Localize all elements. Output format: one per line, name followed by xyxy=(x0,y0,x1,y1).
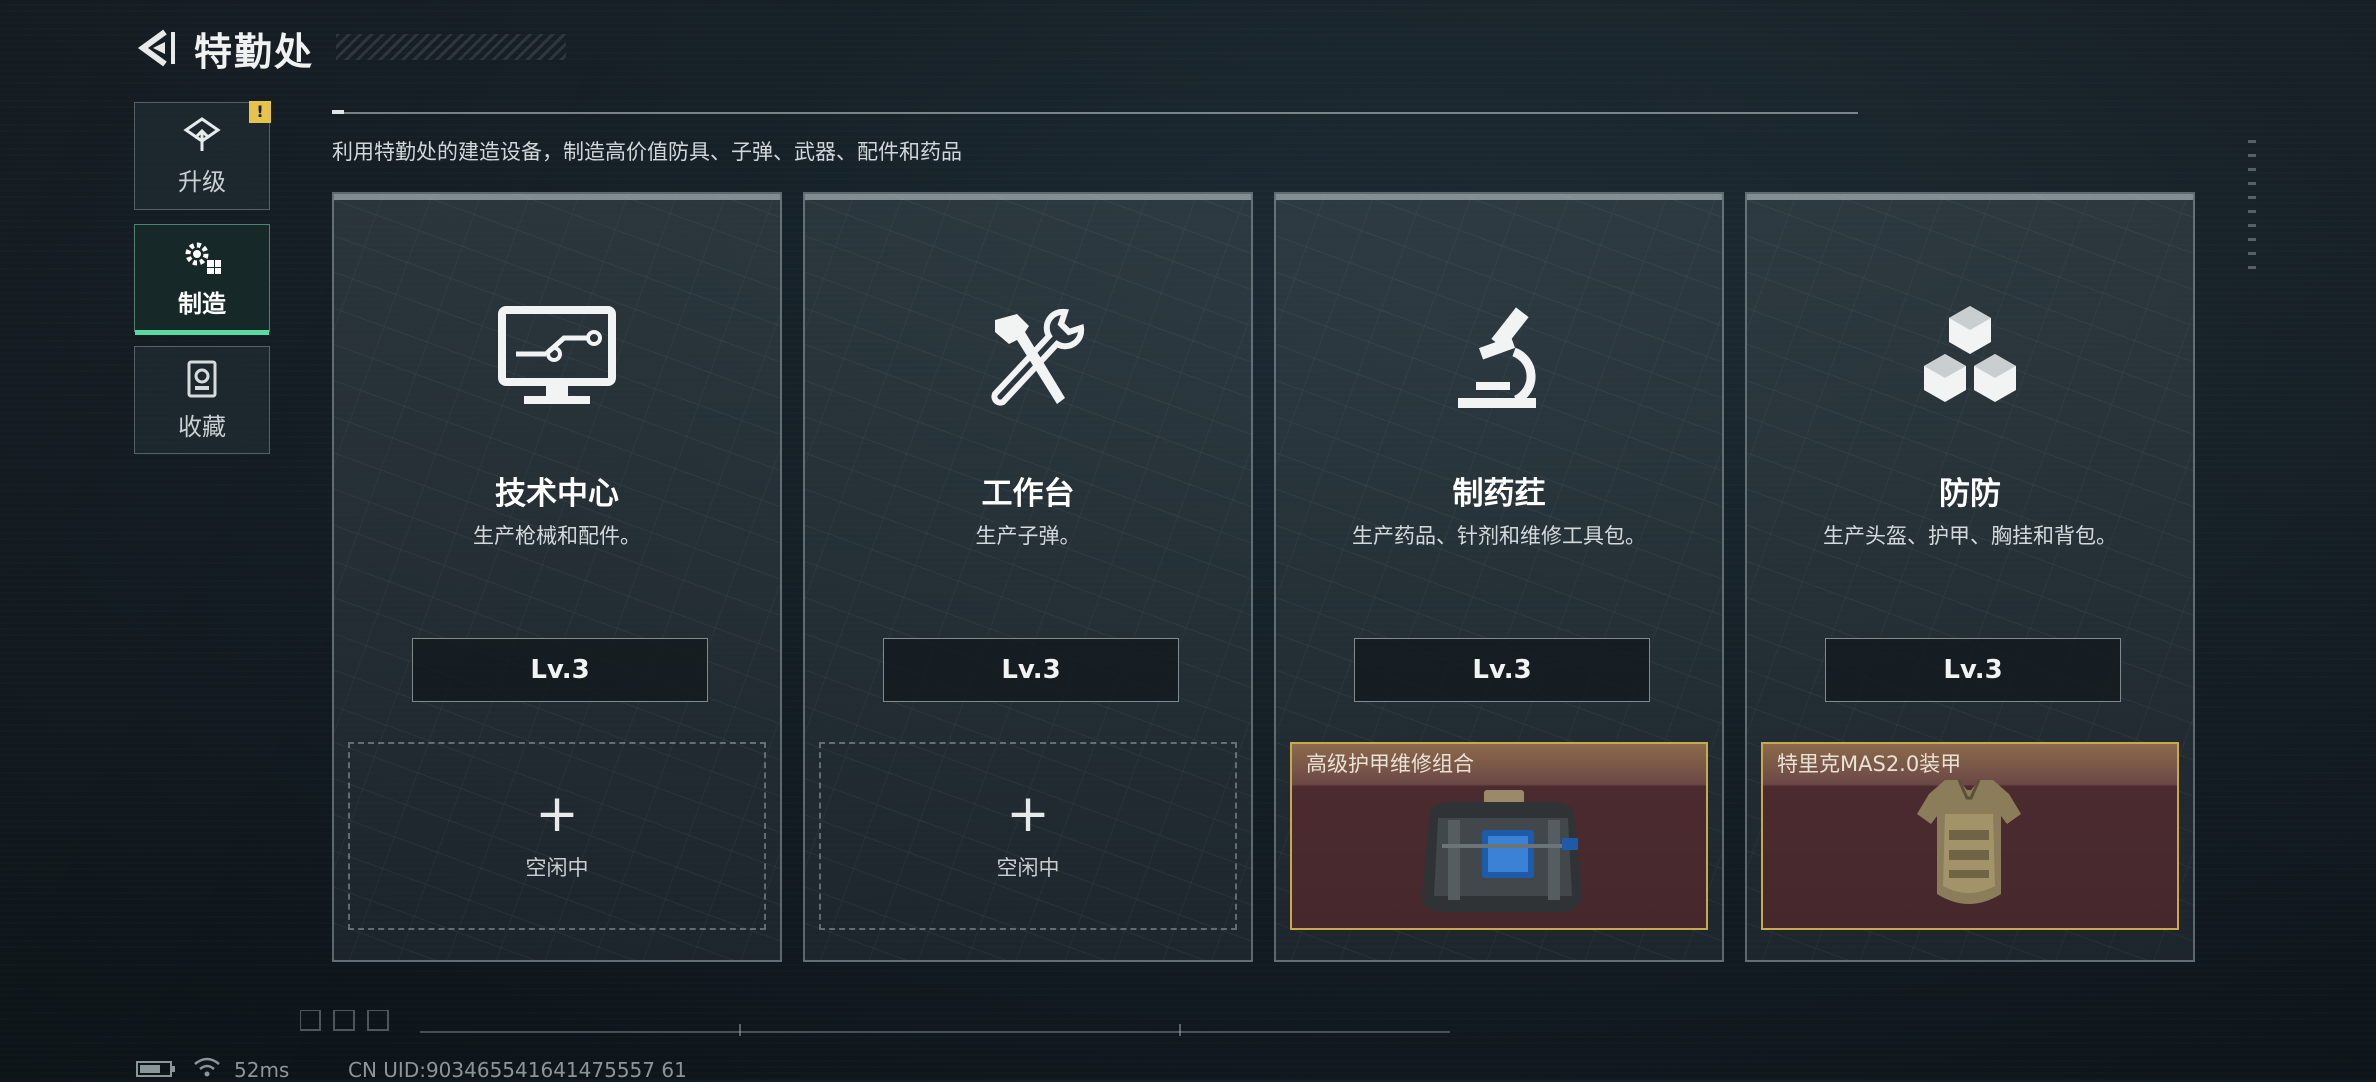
wifi-icon xyxy=(194,1057,220,1077)
card-top-bar xyxy=(334,194,780,200)
production-slot-item[interactable]: 特里克MAS2.0装甲 xyxy=(1761,742,2179,930)
page-description: 利用特勤处的建造设备，制造高价值防具、子弹、武器、配件和药品 xyxy=(332,140,962,164)
production-slot-item[interactable]: 高级护甲维修组合 xyxy=(1290,742,1708,930)
battery-icon xyxy=(136,1061,175,1077)
station-name: 工作台 xyxy=(981,476,1075,512)
collection-icon xyxy=(187,360,217,397)
level-button[interactable]: Lv.3 xyxy=(1825,638,2121,702)
station-subtitle: 生产枪械和配件。 xyxy=(473,524,641,548)
monitor-circuit-icon xyxy=(498,306,616,404)
edge-decoration xyxy=(2248,140,2256,280)
back-arrow-icon xyxy=(137,29,175,67)
repair-kit-bag-icon xyxy=(1422,790,1582,912)
sidebar-item-label: 升级 xyxy=(178,167,226,196)
level-button[interactable]: Lv.3 xyxy=(883,638,1179,702)
page-header: 特勤处 xyxy=(134,26,314,74)
station-name: 防防 xyxy=(1939,476,2001,512)
item-name: 高级护甲维修组合 xyxy=(1306,752,1474,776)
sidebar-item-collection[interactable]: 收藏 xyxy=(134,346,270,454)
production-slot-empty[interactable]: + 空闲中 xyxy=(348,742,766,930)
card-top-bar xyxy=(1747,194,2193,200)
station-name: 制药荭 xyxy=(1452,476,1546,512)
sidebar-item-craft[interactable]: 制造 xyxy=(134,224,270,335)
upgrade-icon xyxy=(183,116,221,151)
station-card-workbench[interactable]: 工作台 生产子弹。 Lv.3 + 空闲中 xyxy=(803,192,1253,962)
level-button[interactable]: Lv.3 xyxy=(412,638,708,702)
level-button[interactable]: Lv.3 xyxy=(1354,638,1650,702)
ping-value: 52ms xyxy=(234,1058,290,1082)
station-card-tech-center[interactable]: 技术中心 生产枪械和配件。 Lv.3 + 空闲中 xyxy=(332,192,782,962)
title-hatch-decoration xyxy=(336,34,566,60)
sidebar-item-label: 收藏 xyxy=(178,412,226,441)
plus-icon: + xyxy=(535,784,579,844)
plus-icon: + xyxy=(1006,784,1050,844)
sidebar-item-upgrade[interactable]: ! 升级 xyxy=(134,101,271,210)
station-name: 技术中心 xyxy=(495,476,619,512)
cubes-icon xyxy=(1924,306,2016,402)
station-card-pharmacy[interactable]: 制药荭 生产药品、针剂和维修工具包。 Lv.3 高级护甲维修组合 xyxy=(1274,192,1724,962)
slot-status: 空闲中 xyxy=(996,856,1060,880)
card-top-bar xyxy=(1276,194,1722,200)
page-title: 特勤处 xyxy=(194,29,315,74)
microscope-icon xyxy=(1458,307,1536,408)
warning-badge: ! xyxy=(249,101,271,123)
station-subtitle: 生产子弹。 xyxy=(975,524,1081,548)
card-top-bar xyxy=(805,194,1251,200)
station-subtitle: 生产药品、针剂和维修工具包。 xyxy=(1352,524,1646,548)
hammer-wrench-icon xyxy=(991,308,1085,406)
slot-status: 空闲中 xyxy=(525,856,589,880)
back-button[interactable] xyxy=(134,26,180,70)
bottom-decoration xyxy=(300,1010,1450,1036)
header-divider xyxy=(332,110,1858,114)
production-slot-empty[interactable]: + 空闲中 xyxy=(819,742,1237,930)
gears-icon xyxy=(185,242,221,274)
body-armor-icon xyxy=(1917,779,2021,904)
station-subtitle: 生产头盔、护甲、胸挂和背包。 xyxy=(1823,524,2117,548)
station-card-armory[interactable]: 防防 生产头盔、护甲、胸挂和背包。 Lv.3 特里克MAS2.0装甲 xyxy=(1745,192,2195,962)
sidebar-item-label: 制造 xyxy=(178,289,226,318)
user-uid: CN UID:903465541641475557 61 xyxy=(348,1058,687,1082)
